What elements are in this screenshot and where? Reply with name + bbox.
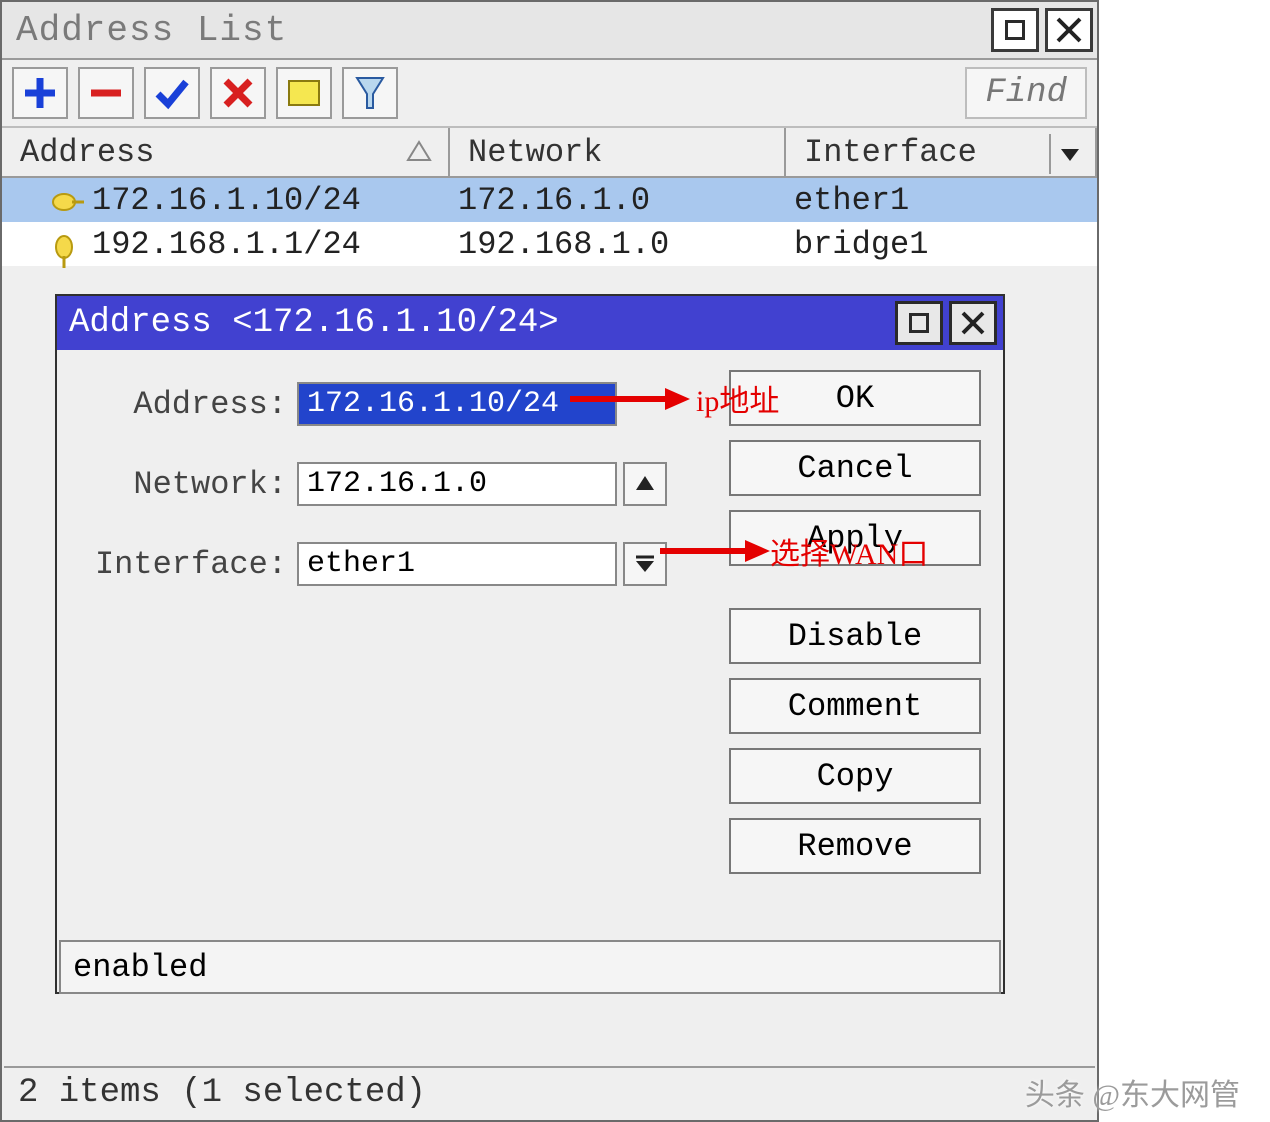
address-input[interactable] [297,382,617,426]
find-button[interactable]: Find [965,67,1087,119]
apply-button[interactable]: Apply [729,510,981,566]
dialog-titlebar: Address <172.16.1.10/24> [57,296,1003,350]
note-icon [287,79,321,107]
cancel-button[interactable]: Cancel [729,440,981,496]
close-button-icon[interactable] [1045,8,1093,52]
form-row-network: Network: [57,460,697,508]
main-window-title: Address List [6,10,287,51]
main-window-buttons [991,8,1093,52]
column-header-network[interactable]: Network [450,128,786,176]
ok-button[interactable]: OK [729,370,981,426]
network-input[interactable] [297,462,617,506]
main-status-bar: 2 items (1 selected) [4,1066,1095,1118]
dialog-window-buttons [895,301,1003,345]
pin-icon [50,190,84,218]
pin-icon [50,234,78,268]
funnel-icon [355,76,385,110]
dialog-body: Address: Network: Interface: [57,350,1003,996]
plus-icon [23,76,57,110]
columns-dropdown-icon[interactable] [1049,134,1089,174]
chevron-up-icon [634,473,656,495]
table-row[interactable]: 172.16.1.10/24 172.16.1.0 ether1 [2,178,1097,222]
cell-network: 172.16.1.0 [458,182,650,219]
column-header-interface[interactable]: Interface [786,128,1097,176]
network-label: Network: [57,466,297,503]
dialog-minimize-button[interactable] [895,301,943,345]
minimize-button-icon[interactable] [991,8,1039,52]
column-header-address-label: Address [20,134,154,171]
dialog-close-button[interactable] [949,301,997,345]
comment-action-button[interactable]: Comment [729,678,981,734]
dialog-action-buttons: OK Cancel Apply Disable Comment Copy Rem… [729,370,981,874]
main-titlebar: Address List [2,2,1097,60]
close-icon [961,311,985,335]
filter-button[interactable] [342,67,398,119]
x-icon [223,78,253,108]
dropdown-icon [633,552,657,576]
main-toolbar: Find [2,60,1097,128]
check-icon [155,76,189,110]
remove-action-button[interactable]: Remove [729,818,981,874]
cell-interface: bridge1 [794,226,928,263]
interface-input[interactable] [297,542,617,586]
cell-interface: ether1 [794,182,909,219]
cell-address: 192.168.1.1/24 [92,226,361,263]
form-row-address: Address: [57,380,697,428]
disable-action-button[interactable]: Disable [729,608,981,664]
dialog-title: Address <172.16.1.10/24> [69,304,559,342]
column-headers: Address Network Interface [2,128,1097,178]
copy-button[interactable]: Copy [729,748,981,804]
address-dialog: Address <172.16.1.10/24> Address: Networ… [55,294,1005,994]
interface-label: Interface: [57,546,297,583]
cell-address: 172.16.1.10/24 [92,182,361,219]
interface-dropdown-button[interactable] [623,542,667,586]
address-table-body: 172.16.1.10/24 172.16.1.0 ether1 192.168… [2,178,1097,266]
minus-icon [89,76,123,110]
enable-button[interactable] [144,67,200,119]
sort-indicator-icon [406,138,432,164]
dialog-status-bar: enabled [59,940,1001,994]
form-row-interface: Interface: [57,540,697,588]
column-header-interface-label: Interface [804,134,977,171]
column-header-address[interactable]: Address [2,128,450,176]
remove-button[interactable] [78,67,134,119]
table-row[interactable]: 192.168.1.1/24 192.168.1.0 bridge1 [2,222,1097,266]
comment-button[interactable] [276,67,332,119]
add-button[interactable] [12,67,68,119]
disable-button[interactable] [210,67,266,119]
dialog-form: Address: Network: Interface: [57,350,697,620]
cell-network: 192.168.1.0 [458,226,669,263]
network-up-button[interactable] [623,462,667,506]
address-label: Address: [57,386,297,423]
